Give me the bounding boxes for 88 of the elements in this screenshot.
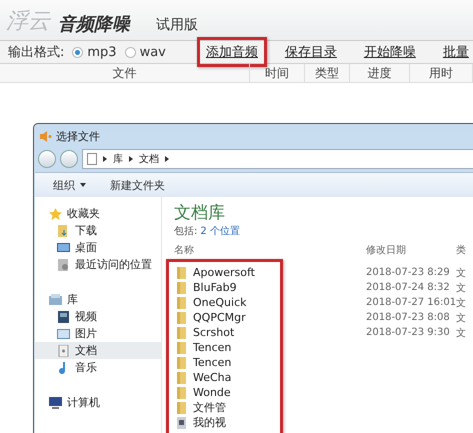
column-header: 进度 — [350, 64, 410, 82]
file-date: 2018-07-23 8:08 — [366, 312, 450, 323]
sidebar-item[interactable]: 下载 — [35, 222, 161, 239]
toolbar-link[interactable]: 添加音频 — [196, 37, 267, 67]
recent-icon — [57, 258, 70, 270]
file-type: 文 — [456, 282, 466, 294]
sidebar-item[interactable]: 最近访问的位置 — [35, 256, 161, 273]
sidebar-item[interactable]: 音乐 — [35, 359, 161, 376]
document-icon — [87, 153, 97, 165]
forward-button[interactable] — [60, 150, 78, 168]
file-type: 文 — [456, 266, 466, 280]
file-name[interactable]: QQPCMgr — [175, 311, 246, 324]
format-option: wav — [140, 44, 166, 60]
locations-link[interactable]: 2 个位置 — [200, 224, 240, 238]
document-icon — [57, 344, 70, 356]
organize-menu[interactable]: 组织 — [53, 178, 86, 192]
file-type: 文 — [456, 326, 466, 340]
dialog-title: 选择文件 — [56, 128, 100, 144]
file-type: 文 — [456, 296, 466, 310]
includes-label: 包括: — [174, 225, 198, 238]
video-icon — [57, 310, 70, 322]
file-type: 文 — [456, 312, 466, 324]
sidebar-item[interactable]: 计算机 — [35, 394, 161, 411]
desktop-icon — [57, 242, 70, 254]
chevron-icon — [103, 156, 107, 162]
sidebar-item[interactable]: 视频 — [35, 308, 161, 325]
library-title: 文档库 — [173, 202, 226, 224]
file-name[interactable]: Apowersoft — [175, 266, 255, 279]
download-icon — [57, 224, 70, 236]
radio-button[interactable] — [72, 46, 84, 58]
column-header: 类型 — [305, 64, 350, 82]
folder-icon — [175, 342, 188, 354]
address-bar[interactable]: 库 文档 — [82, 149, 473, 169]
folder-icon — [175, 326, 188, 338]
app-brand: 浮云 — [6, 8, 50, 36]
sidebar-item[interactable]: 桌面 — [35, 239, 161, 256]
folder-icon — [175, 356, 188, 368]
speaker-icon — [40, 130, 52, 142]
folder-icon — [175, 266, 188, 278]
star-icon — [49, 208, 62, 220]
edition-label: 试用版 — [156, 16, 198, 34]
file-date: 2018-07-23 9:30 — [366, 327, 450, 338]
file-name[interactable]: OneQuick — [175, 296, 247, 309]
breadcrumb-item[interactable]: 文档 — [139, 152, 159, 166]
folder-icon — [175, 282, 188, 294]
folder-icon — [175, 372, 188, 384]
app-title: 音频降噪 — [58, 13, 130, 36]
computer-icon — [49, 396, 62, 408]
folder-icon — [175, 386, 188, 398]
toolbar-link[interactable]: 保存目录 — [284, 43, 337, 61]
file-date: 2018-07-23 8:29 — [366, 267, 450, 278]
chevron-icon — [165, 156, 169, 162]
format-label: 输出格式: — [8, 44, 64, 61]
file-name[interactable]: Wonde — [175, 386, 231, 399]
file-date: 2018-07-27 16:01 — [366, 297, 456, 308]
video-folder-icon — [175, 416, 188, 428]
picture-icon — [57, 328, 70, 340]
toolbar-link[interactable]: 批量 — [442, 43, 469, 61]
file-name[interactable]: Tencen — [175, 341, 232, 354]
file-name[interactable]: 文件管 — [175, 400, 226, 415]
column-header[interactable]: 名称 — [174, 242, 366, 256]
sidebar-item[interactable]: 图片 — [35, 325, 161, 342]
library-icon — [49, 294, 62, 306]
file-name[interactable]: Tencen — [175, 356, 232, 369]
folder-icon — [175, 296, 188, 308]
column-header: 文件 — [0, 64, 250, 82]
file-date: 2018-07-24 8:32 — [366, 282, 450, 293]
chevron-icon — [129, 156, 133, 162]
column-header: 用时 — [410, 64, 473, 82]
folder-icon — [175, 312, 188, 324]
sidebar-item[interactable]: 收藏夹 — [35, 205, 161, 222]
caret-icon — [80, 183, 86, 188]
toolbar-link[interactable]: 开始降噪 — [364, 43, 416, 61]
radio-button[interactable] — [124, 46, 136, 58]
sidebar-item[interactable]: 文档 — [35, 342, 161, 359]
sidebar-item[interactable]: 库 — [35, 291, 161, 308]
file-name[interactable]: 我的视 — [175, 415, 226, 430]
back-button[interactable] — [38, 150, 56, 168]
file-name[interactable]: BluFab9 — [175, 281, 237, 294]
file-name[interactable]: WeCha — [175, 371, 232, 384]
breadcrumb-item[interactable]: 库 — [113, 152, 123, 166]
column-header[interactable]: 修改日期 — [366, 242, 456, 256]
column-header: 时间 — [250, 64, 305, 82]
format-option: mp3 — [87, 44, 117, 60]
new-folder-button[interactable]: 新建文件夹 — [110, 178, 165, 192]
column-header[interactable]: 类 — [456, 242, 473, 256]
file-name[interactable]: Scrshot — [175, 326, 234, 339]
folder-icon — [175, 402, 188, 414]
